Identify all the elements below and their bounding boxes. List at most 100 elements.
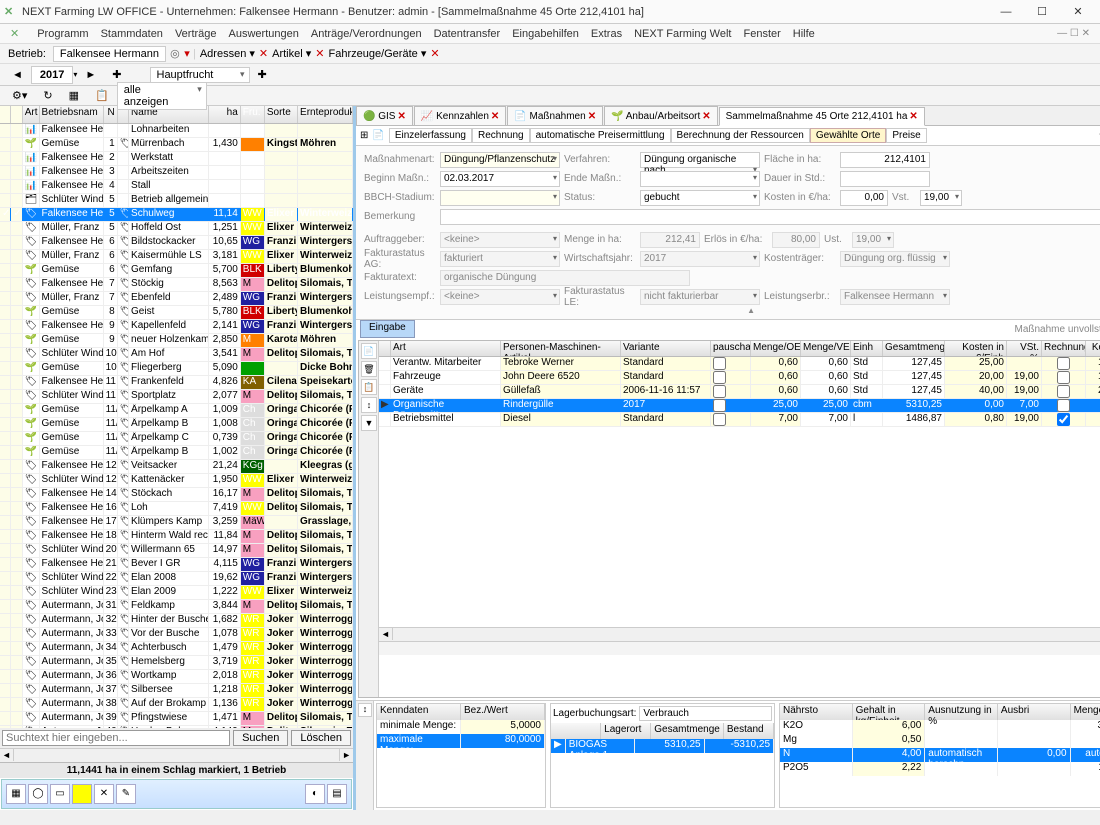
table-row[interactable]: 🌱Gemüse 6🏷 Gemfang5,700 BLK Liberty Blum… <box>0 264 353 278</box>
subbar-Fahrzeuge/Geräte[interactable]: Fahrzeuge/Geräte ▾ <box>324 46 430 62</box>
bot-tool-1[interactable]: ↕ <box>358 703 372 717</box>
table-row[interactable]: 🏷Autermann, Jo 37🏷 Silbersee1,218 WR Jok… <box>0 684 353 698</box>
table-row[interactable]: 🏷Müller, Franz 5🏷 Hoffeld Ost1,251 WW El… <box>0 222 353 236</box>
menu-Verträge[interactable]: Verträge <box>169 26 223 42</box>
table-row[interactable]: 🏷Falkensee Herr 16🏷 Loh7,419 WW Delitop … <box>0 502 353 516</box>
menu-Hilfe[interactable]: Hilfe <box>787 26 821 42</box>
table-row[interactable]: 🏷Falkensee Herr 9🏷 Kapellenfeld2,141 WG … <box>0 320 353 334</box>
table-row[interactable]: ✓✓ 🏷Falkensee Herr 5🏷 Schulweg11,14 WW E… <box>0 208 353 222</box>
grid-body[interactable]: 📊Falkensee Herr Lohnarbeiten 🌱Gemüse 1🏷 … <box>0 124 353 728</box>
eg-sort[interactable]: ↕ <box>361 397 377 413</box>
add-frucht-button[interactable]: ✚ <box>251 66 274 83</box>
menu-Stammdaten[interactable]: Stammdaten <box>95 26 169 42</box>
menu-Anträge/Verordnungen[interactable]: Anträge/Verordnungen <box>305 26 428 42</box>
table-row[interactable]: 🏷Autermann, Jo 34🏷 Achterbusch1,479 WR J… <box>0 642 353 656</box>
table-row[interactable]: 🏷Autermann, Jo 36🏷 Wortkamp2,018 WR Joke… <box>0 670 353 684</box>
eg-row[interactable]: BetriebsmittelDiesel Standard 7,007,00 l… <box>379 413 1100 427</box>
table-row[interactable]: 🏷Falkensee Herr 14🏷 Stöckach16,17 M Deli… <box>0 488 353 502</box>
map-btn-1[interactable]: ▦ <box>6 784 26 804</box>
search-button[interactable]: Suchen <box>233 730 288 746</box>
table-row[interactable]: 🏷Falkensee Herr 6🏷 Bildstockacker10,65 W… <box>0 236 353 250</box>
beginn-input[interactable]: 02.03.2017 <box>440 171 560 187</box>
table-row[interactable]: 🌱Gemüse 1🏷 Mürrenbach1,430 Kingstor Möhr… <box>0 138 353 152</box>
table-row[interactable]: 🏷Falkensee Herr 7🏷 Stöckig8,563 M Delito… <box>0 278 353 292</box>
table-row[interactable]: 🌱Gemüse 10🏷 Fliegerberg5,090 Dicke Bohne… <box>0 362 353 376</box>
rt-btn-4[interactable]: Gewählte Orte <box>810 128 886 143</box>
tab-Maßnahmen[interactable]: 📄 Maßnahmen ✕ <box>507 106 603 125</box>
table-row[interactable]: 📊Falkensee Herr 2 Werkstatt <box>0 152 353 166</box>
map-btn-r2[interactable]: ▤ <box>327 784 347 804</box>
menu-NEXT Farming Welt[interactable]: NEXT Farming Welt <box>628 26 737 42</box>
table-row[interactable]: 🏷Autermann, Jo 35🏷 Hemelsberg3,719 WR Jo… <box>0 656 353 670</box>
menu-Datentransfer[interactable]: Datentransfer <box>428 26 507 42</box>
table-row[interactable]: 🏷Autermann, Jo 31🏷 Feldkamp3,844 M Delit… <box>0 600 353 614</box>
eg-row[interactable]: FahrzeugeJohn Deere 6520 Standard 0,600,… <box>379 371 1100 385</box>
vst-input[interactable]: 19,00 <box>920 190 962 206</box>
field-button[interactable]: ▦ <box>62 87 86 104</box>
table-row[interactable]: 🏷Autermann, Jo 32🏷 Hinter der Busche1,68… <box>0 614 353 628</box>
copy-button[interactable]: 📋 <box>88 87 116 104</box>
table-row[interactable]: 🏷Schlüter Windr 20🏷 Willermann 6514,97 M… <box>0 544 353 558</box>
flaeche-input[interactable]: 212,4101 <box>840 152 930 168</box>
table-row[interactable]: 🏷Schlüter Windr 10🏷 Am Hof3,541 M Delito… <box>0 348 353 362</box>
sort-button[interactable]: ⚙▾ <box>5 87 34 104</box>
h-scrollbar[interactable] <box>0 748 353 762</box>
table-row[interactable]: 📊Falkensee Herr Lohnarbeiten <box>0 124 353 138</box>
verfahren-input[interactable]: Düngung organische nach <box>640 152 760 168</box>
tool-icon-2[interactable]: 📄 <box>372 130 384 141</box>
eg-row[interactable]: ▶ Organische DüngemitteRindergülle 2017 … <box>379 399 1100 413</box>
add-year-button[interactable]: ✚ <box>105 66 128 83</box>
table-row[interactable]: 🏷Schlüter Windr 22🏷 Elan 200819,62 WG Fr… <box>0 572 353 586</box>
menu-Programm[interactable]: Programm <box>31 26 94 42</box>
bbch-input[interactable] <box>440 190 560 206</box>
eg-copy[interactable]: 📋 <box>361 379 377 395</box>
next-button[interactable]: ► <box>78 67 103 83</box>
menu-Auswertungen[interactable]: Auswertungen <box>223 26 305 42</box>
map-btn-4[interactable] <box>72 784 92 804</box>
eg-scroll[interactable] <box>379 627 1100 641</box>
bemerkung-input[interactable] <box>440 209 1100 225</box>
table-row[interactable]: 🌱Gemüse 11/1🏷 Ärpelkamp A1,009 Ch Oringa… <box>0 404 353 418</box>
menu-Eingabehilfen[interactable]: Eingabehilfen <box>506 26 585 42</box>
status-input[interactable]: gebucht <box>640 190 760 206</box>
tab-Sammelmaßnahme 45 Orte 212,4101 ha[interactable]: Sammelmaßnahme 45 Orte 212,4101 ha ✕ <box>719 107 925 126</box>
auftraggeber-input[interactable]: <keine> <box>440 232 560 248</box>
menu-Extras[interactable]: Extras <box>585 26 628 42</box>
table-row[interactable]: 🌱Gemüse 9🏷 neuer Holzenkamp2,850 M Karot… <box>0 334 353 348</box>
eingabe-tab[interactable]: Eingabe <box>360 320 415 338</box>
eg-new[interactable]: 📄 <box>361 343 377 359</box>
eg-filter[interactable]: ▼ <box>361 415 377 431</box>
hauptfrucht-select[interactable]: Hauptfrucht <box>150 67 250 83</box>
table-row[interactable]: 🌱Gemüse 11/4🏷 Ärpelkamp B1,002 Ch Oringa… <box>0 446 353 460</box>
table-row[interactable]: 🌱Gemüse 11/2🏷 Ärpelkamp B1,008 Ch Oringa… <box>0 418 353 432</box>
table-row[interactable]: 🌱Gemüse 11/3🏷 Ärpelkamp C0,739 Ch Oringa… <box>0 432 353 446</box>
prev-button[interactable]: ◄ <box>5 67 30 83</box>
alle-anzeigen-select[interactable]: alle anzeigen <box>117 82 207 110</box>
table-row[interactable]: 🗂Schlüter Windr 5 Betrieb allgemein <box>0 194 353 208</box>
table-row[interactable]: 🏷Autermann, Jo 38🏷 Auf der Brokamp1,136 … <box>0 698 353 712</box>
table-row[interactable]: 🏷Falkensee Herr 17🏷 Klümpers Kamp3,259 M… <box>0 516 353 530</box>
tab-Anbau/Arbeitsort[interactable]: 🌱 Anbau/Arbeitsort ✕ <box>604 106 718 125</box>
massnahmenart-input[interactable]: Düngung/Pflanzenschutz <box>440 152 560 168</box>
table-row[interactable]: 📊Falkensee Herr 4 Stall <box>0 180 353 194</box>
mdi-controls[interactable]: — ☐ ✕ <box>1051 26 1096 41</box>
rt-btn-1[interactable]: Rechnung <box>472 128 530 143</box>
rt-btn-2[interactable]: automatische Preisermittlung <box>530 128 671 143</box>
table-row[interactable]: 🏷Autermann, Jo 39🏷 Pfingstwiese1,471 M D… <box>0 712 353 726</box>
table-row[interactable]: 🏷Falkensee Herr 21🏷 Bever I GR4,115 WG F… <box>0 558 353 572</box>
ende-input[interactable] <box>640 171 760 187</box>
table-row[interactable]: 🏷Schlüter Windr 23🏷 Elan 20091,222 WW El… <box>0 586 353 600</box>
table-row[interactable]: 🏷Falkensee Herr 12🏷 Veitsacker21,24 KGg … <box>0 460 353 474</box>
table-row[interactable]: 🌱Gemüse 8🏷 Geist5,780 BLK Liberty Blumen… <box>0 306 353 320</box>
maximize-button[interactable]: ☐ <box>1024 2 1060 22</box>
map-btn-6[interactable]: ✎ <box>116 784 136 804</box>
rt-btn-5[interactable]: Preise <box>886 128 926 143</box>
minimize-button[interactable]: — <box>988 2 1024 22</box>
eg-row[interactable]: Verantw. MitarbeiterTebroke Werner Stand… <box>379 357 1100 371</box>
year-select[interactable]: 2017 <box>31 66 73 84</box>
betrieb-value[interactable]: Falkensee Hermann <box>53 46 166 62</box>
eg-rows[interactable]: Verantw. MitarbeiterTebroke Werner Stand… <box>379 357 1100 427</box>
lagerbuchung-select[interactable]: Verbrauch <box>639 706 772 721</box>
table-row[interactable]: 🏷Müller, Franz 6🏷 Kaisermühle LS3,181 WW… <box>0 250 353 264</box>
dropdown-icon[interactable]: ▾ <box>181 47 193 60</box>
